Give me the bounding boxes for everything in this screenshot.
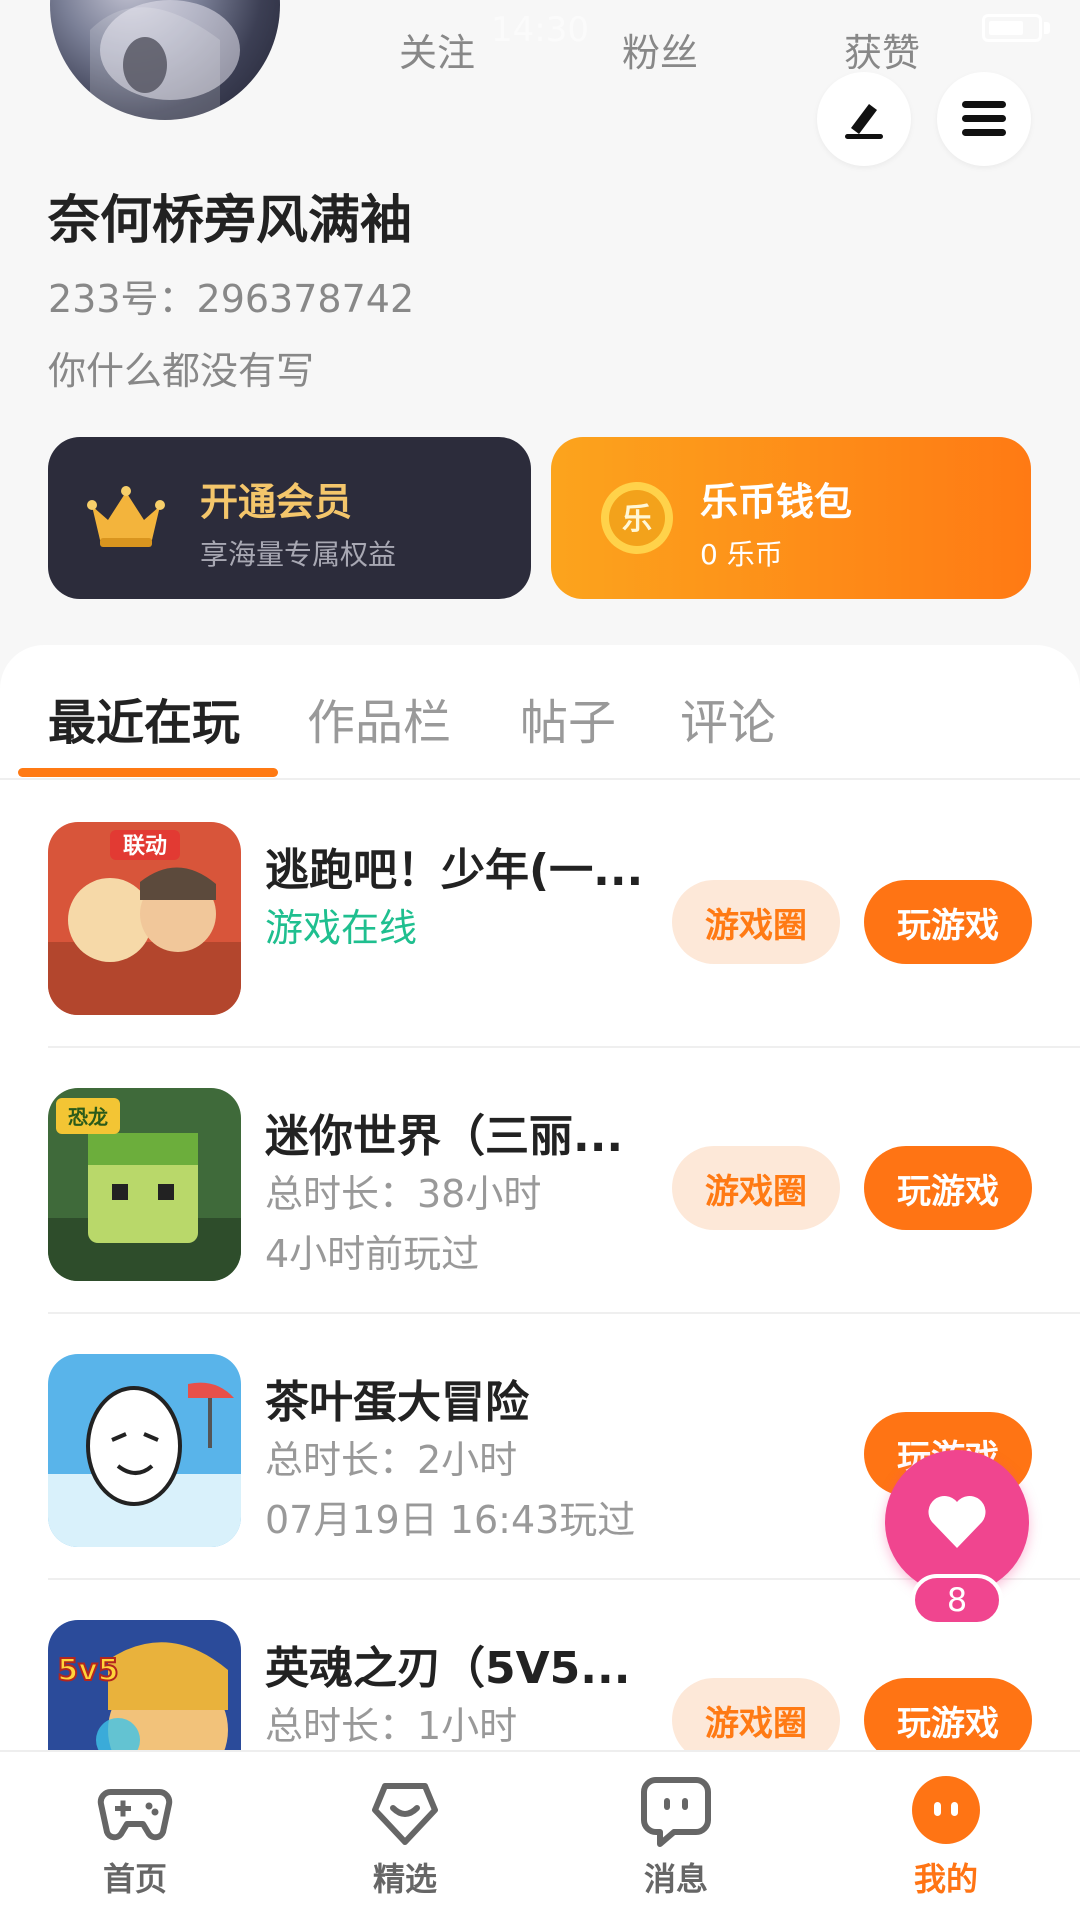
tab-bar: 最近在玩 作品栏 帖子 评论 bbox=[0, 645, 1080, 780]
edit-profile-button[interactable] bbox=[817, 72, 911, 166]
heart-icon bbox=[928, 1495, 986, 1548]
game-name: 英魂之刃（5V5... bbox=[265, 1643, 631, 1694]
game-last-played: 4小时前玩过 bbox=[265, 1232, 480, 1276]
nav-home-label: 首页 bbox=[102, 1860, 167, 1898]
nav-featured[interactable]: 精选 bbox=[335, 1772, 475, 1912]
vip-card[interactable]: 开通会员 享海量专属权益 bbox=[48, 437, 531, 599]
tab-recently-played[interactable]: 最近在玩 bbox=[48, 683, 240, 753]
nav-mine-label: 我的 bbox=[913, 1860, 978, 1898]
gamepad-icon bbox=[97, 1789, 173, 1841]
stat-likes[interactable]: 获赞 bbox=[802, 22, 962, 77]
stat-fans[interactable]: 粉丝 bbox=[580, 22, 740, 77]
game-last-played: 07月19日 16:43玩过 bbox=[265, 1498, 636, 1542]
tab-works[interactable]: 作品栏 bbox=[307, 683, 451, 753]
favorites-count-badge: 8 bbox=[911, 1574, 1003, 1626]
game-row[interactable]: 联动 逃跑吧！少年(一... 游戏在线 游戏圈 玩游戏 bbox=[0, 782, 1080, 1048]
play-game-button[interactable]: 玩游戏 bbox=[864, 880, 1032, 964]
profile-face-icon bbox=[912, 1776, 980, 1844]
hamburger-menu-icon bbox=[962, 101, 1006, 136]
vip-subtitle: 享海量专属权益 bbox=[200, 538, 397, 571]
bottom-nav: 首页 精选 消息 我的 bbox=[0, 1750, 1080, 1920]
game-icon-escape[interactable]: 联动 bbox=[48, 822, 241, 1015]
active-tab-indicator bbox=[18, 768, 278, 777]
le-coin-icon: 乐 bbox=[601, 482, 673, 554]
tab-comments[interactable]: 评论 bbox=[680, 683, 776, 753]
bio: 你什么都没有写 bbox=[48, 349, 315, 393]
game-circle-button[interactable]: 游戏圈 bbox=[672, 1146, 840, 1230]
game-name: 茶叶蛋大冒险 bbox=[265, 1377, 529, 1428]
crown-icon bbox=[87, 486, 165, 547]
game-name: 迷你世界（三丽... bbox=[265, 1111, 624, 1162]
vip-title: 开通会员 bbox=[200, 480, 353, 524]
profile-stats: 关注 粉丝 获赞 bbox=[0, 22, 1080, 82]
play-game-button[interactable]: 玩游戏 bbox=[864, 1146, 1032, 1230]
nav-messages[interactable]: 消息 bbox=[606, 1772, 746, 1912]
game-name: 逃跑吧！少年(一... bbox=[265, 845, 644, 896]
wallet-title: 乐币钱包 bbox=[700, 480, 853, 524]
game-icon-tea-egg[interactable] bbox=[48, 1354, 241, 1547]
game-total-time: 总时长：38小时 bbox=[265, 1172, 542, 1216]
tab-posts[interactable]: 帖子 bbox=[520, 683, 616, 753]
game-art: 恐龙 bbox=[48, 1088, 241, 1281]
nickname: 奈何桥旁风满袖 bbox=[48, 191, 413, 251]
coin-glyph: 乐 bbox=[622, 502, 652, 537]
game-total-time: 总时长：2小时 bbox=[265, 1438, 518, 1482]
game-row[interactable]: 恐龙 迷你世界（三丽... 总时长：38小时 4小时前玩过 游戏圈 玩游戏 bbox=[0, 1048, 1080, 1314]
nav-messages-label: 消息 bbox=[643, 1860, 708, 1898]
nav-featured-label: 精选 bbox=[372, 1860, 437, 1898]
message-icon bbox=[641, 1777, 711, 1847]
content-panel: 最近在玩 作品栏 帖子 评论 联动 逃跑吧！少年(一... 游戏在线 游戏圈 玩… bbox=[0, 645, 1080, 1920]
game-status: 游戏在线 bbox=[265, 906, 418, 950]
game-icon-badge-text: 5v5 bbox=[57, 1653, 118, 1688]
game-art bbox=[48, 1354, 241, 1547]
game-total-time: 总时长：1小时 bbox=[265, 1704, 518, 1748]
user-id: 233号：296378742 bbox=[48, 277, 415, 321]
stat-following[interactable]: 关注 bbox=[357, 22, 517, 77]
nav-mine[interactable]: 我的 bbox=[876, 1772, 1016, 1912]
game-icon-badge-text: 恐龙 bbox=[68, 1105, 108, 1129]
game-circle-button[interactable]: 游戏圈 bbox=[672, 880, 840, 964]
menu-button[interactable] bbox=[937, 72, 1031, 166]
nav-home[interactable]: 首页 bbox=[65, 1772, 205, 1912]
favorites-float-button[interactable] bbox=[885, 1450, 1029, 1594]
heart-chat-icon bbox=[372, 1783, 438, 1845]
wallet-card[interactable]: 乐 乐币钱包 0 乐币 bbox=[551, 437, 1031, 599]
wallet-balance: 0 乐币 bbox=[700, 538, 783, 571]
game-icon-mini-world[interactable]: 恐龙 bbox=[48, 1088, 241, 1281]
game-icon-badge-text: 联动 bbox=[123, 834, 167, 859]
game-art: 联动 bbox=[48, 822, 241, 1015]
pen-icon bbox=[845, 104, 883, 139]
